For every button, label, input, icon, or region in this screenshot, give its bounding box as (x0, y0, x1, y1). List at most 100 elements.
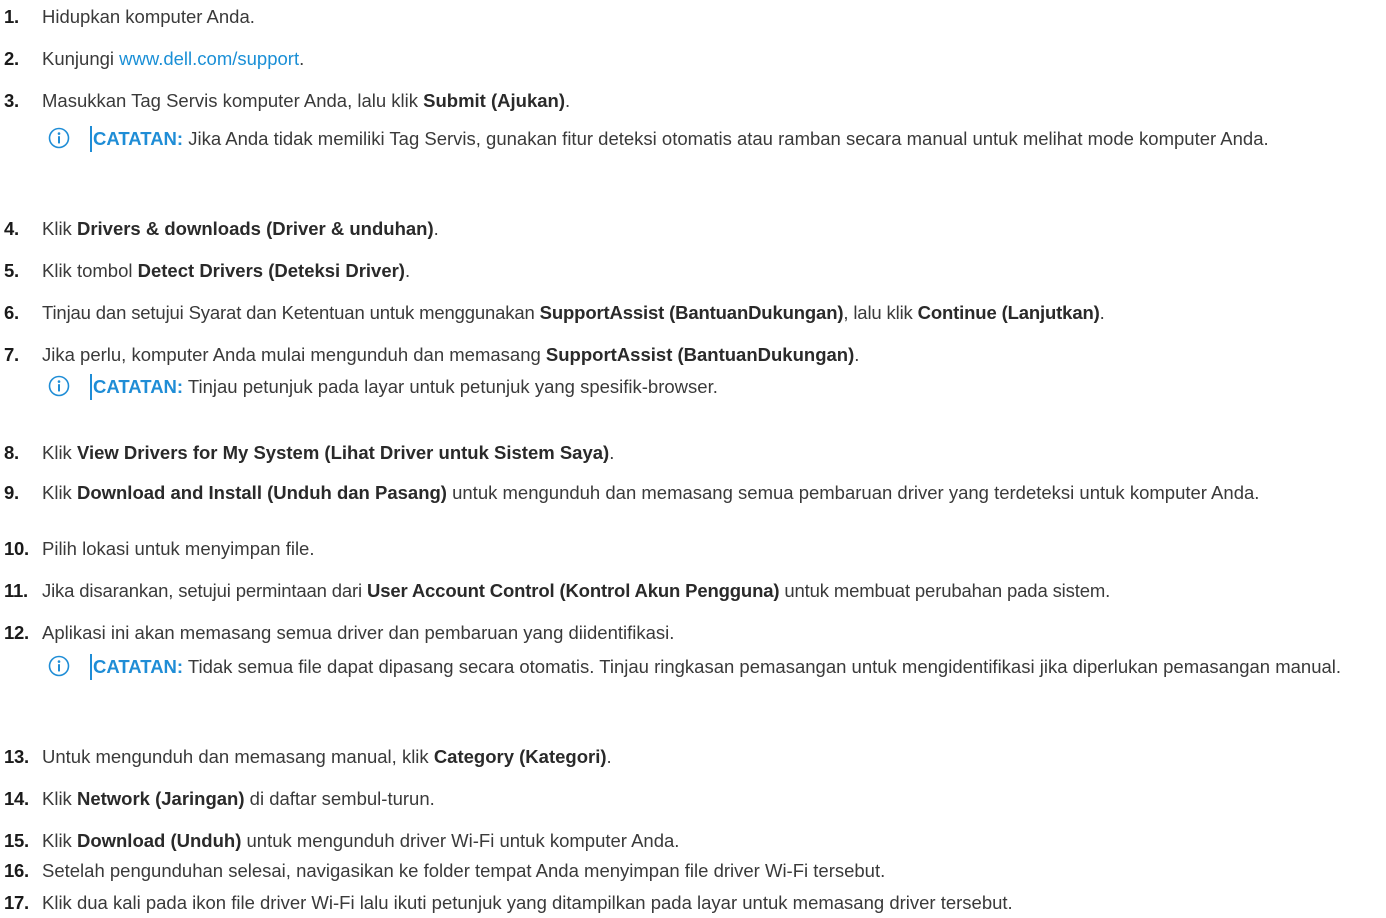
step-number: 2. (4, 48, 19, 69)
note-body: CATATAN: Tinjau petunjuk pada layar untu… (92, 374, 1386, 400)
bold-run: SupportAssist (BantuanDukungan) (545, 344, 855, 365)
text-run: . (565, 90, 571, 111)
list-item: 5. Klik tombol Detect Drivers (Deteksi D… (0, 258, 1386, 284)
list-item: 10. Pilih lokasi untuk menyimpan file. (0, 536, 1386, 562)
text-run: . (854, 344, 860, 365)
step-text: Hidupkan komputer Anda. (42, 4, 1386, 30)
support-link[interactable]: www.dell.com/support (119, 48, 299, 69)
step-text: Klik Network (Jaringan) di daftar sembul… (42, 786, 1386, 812)
bold-run: Network (Jaringan) (76, 788, 245, 809)
bold-run: Detect Drivers (Deteksi Driver) (137, 260, 405, 281)
step-number: 12. (4, 622, 29, 643)
text-run: . (606, 746, 612, 767)
bold-run: SupportAssist (BantuanDukungan) (539, 302, 844, 323)
step-number: 17. (4, 892, 29, 913)
step-text: Klik dua kali pada ikon file driver Wi-F… (42, 890, 1386, 916)
list-item: 1. Hidupkan komputer Anda. (0, 4, 1386, 30)
note-text: Tidak semua file dapat dipasang secara o… (183, 656, 1342, 677)
list-item: 17. Klik dua kali pada ikon file driver … (0, 890, 1386, 916)
step-number: 5. (4, 260, 19, 281)
step-number: 13. (4, 746, 29, 767)
step-text: Untuk mengunduh dan memasang manual, kli… (42, 744, 1386, 770)
text-run: Klik (42, 830, 77, 851)
step-text: Pilih lokasi untuk menyimpan file. (42, 536, 1386, 562)
step-number: 10. (4, 538, 29, 559)
bold-run: Submit (Ajukan) (423, 90, 565, 111)
text-run: Masukkan Tag Servis komputer Anda, lalu … (42, 90, 424, 111)
step-text: Jika disarankan, setujui permintaan dari… (42, 578, 1386, 604)
list-item: 14. Klik Network (Jaringan) di daftar se… (0, 786, 1386, 812)
info-circle-icon (48, 655, 70, 677)
text-run: Jika disarankan, setujui permintaan dari (42, 580, 367, 601)
list-item: 9. Klik Download and Install (Unduh dan … (0, 480, 1386, 504)
text-run: di daftar sembul-turun. (244, 788, 435, 809)
step-text: Klik View Drivers for My System (Lihat D… (42, 440, 1386, 466)
text-run: . (1099, 302, 1105, 323)
text-run: Hidupkan komputer Anda. (42, 6, 255, 27)
text-run: Pilih lokasi untuk menyimpan file. (42, 538, 315, 559)
step-text: Klik Download and Install (Unduh dan Pas… (42, 480, 1377, 504)
text-run: Kunjungi (42, 48, 120, 69)
step-text: Setelah pengunduhan selesai, navigasikan… (42, 858, 1386, 884)
note-label: CATATAN: (93, 656, 184, 677)
note-callout: CATATAN: Tidak semua file dapat dipasang… (48, 654, 1386, 680)
text-run: . (404, 260, 411, 281)
text-run: Klik (42, 788, 77, 809)
list-item: 8. Klik View Drivers for My System (Liha… (0, 440, 1386, 466)
step-number: 1. (4, 6, 19, 27)
step-text: Tinjau dan setujui Syarat dan Ketentuan … (42, 300, 1386, 326)
note-callout: CATATAN: Tinjau petunjuk pada layar untu… (48, 374, 1386, 400)
info-circle-icon (48, 375, 70, 397)
text-run: . (433, 218, 439, 239)
list-item: 12. Aplikasi ini akan memasang semua dri… (0, 620, 1386, 646)
bold-run: Download (Unduh) (76, 830, 242, 851)
list-item: 7. Jika perlu, komputer Anda mulai mengu… (0, 342, 1386, 368)
list-item: 11. Jika disarankan, setujui permintaan … (0, 578, 1386, 604)
note-label: CATATAN: (93, 376, 184, 397)
step-number: 7. (4, 344, 19, 365)
text-run: Setelah pengunduhan selesai, navigasikan… (42, 860, 886, 881)
note-text: Tinjau petunjuk pada layar untuk petunju… (183, 376, 718, 397)
text-run: Klik (42, 482, 77, 503)
note-label: CATATAN: (93, 128, 184, 149)
step-number: 11. (4, 580, 28, 601)
bold-run: Continue (Lanjutkan) (917, 302, 1100, 323)
text-run: . (609, 442, 615, 463)
step-number: 3. (4, 90, 19, 111)
note-body: CATATAN: Tidak semua file dapat dipasang… (92, 654, 1386, 680)
step-number: 15. (4, 830, 29, 851)
list-item: 2. Kunjungi www.dell.com/support. (0, 46, 1386, 72)
step-number: 6. (4, 302, 19, 323)
step-text: Aplikasi ini akan memasang semua driver … (42, 620, 1386, 646)
text-run: , lalu klik (843, 302, 918, 323)
bold-run: User Account Control (Kontrol Akun Pengg… (366, 580, 780, 601)
bold-run: Category (Kategori) (433, 746, 607, 767)
document-page: 1. Hidupkan komputer Anda. 2. Kunjungi w… (0, 0, 1386, 918)
text-run: Aplikasi ini akan memasang semua driver … (42, 622, 675, 643)
text-run: untuk mengunduh dan memasang semua pemba… (446, 482, 1260, 503)
step-number: 8. (4, 442, 19, 463)
text-run: Untuk mengunduh dan memasang manual, kli… (42, 746, 434, 767)
text-run: untuk membuat perubahan pada sistem. (779, 580, 1111, 601)
step-text: Masukkan Tag Servis komputer Anda, lalu … (42, 88, 1386, 114)
list-item: 15. Klik Download (Unduh) untuk mengundu… (0, 828, 1386, 854)
bold-run: Drivers & downloads (Driver & unduhan) (76, 218, 434, 239)
text-run: Tinjau dan setujui Syarat dan Ketentuan … (42, 302, 540, 323)
note-callout: CATATAN: Jika Anda tidak memiliki Tag Se… (48, 126, 1386, 152)
text-run: Klik dua kali pada ikon file driver Wi-F… (42, 892, 1013, 913)
bold-run: Download and Install (Unduh dan Pasang) (76, 482, 447, 503)
step-text: Jika perlu, komputer Anda mulai mengundu… (42, 342, 1386, 368)
text-run: Klik tombol (42, 260, 138, 281)
note-body: CATATAN: Jika Anda tidak memiliki Tag Se… (92, 126, 1386, 152)
text-run: Klik (42, 442, 77, 463)
list-item: 4. Klik Drivers & downloads (Driver & un… (0, 216, 1386, 242)
bold-run: View Drivers for My System (Lihat Driver… (76, 442, 610, 463)
step-text: Kunjungi www.dell.com/support. (42, 46, 1386, 72)
step-text: Klik Drivers & downloads (Driver & unduh… (42, 216, 1386, 242)
text-run: . (299, 48, 305, 69)
list-item: 13. Untuk mengunduh dan memasang manual,… (0, 744, 1386, 770)
list-item: 16. Setelah pengunduhan selesai, navigas… (0, 858, 1386, 884)
step-text: Klik Download (Unduh) untuk mengunduh dr… (42, 828, 1386, 854)
text-run: untuk mengunduh driver Wi-Fi untuk kompu… (241, 830, 680, 851)
text-run: Klik (42, 218, 77, 239)
